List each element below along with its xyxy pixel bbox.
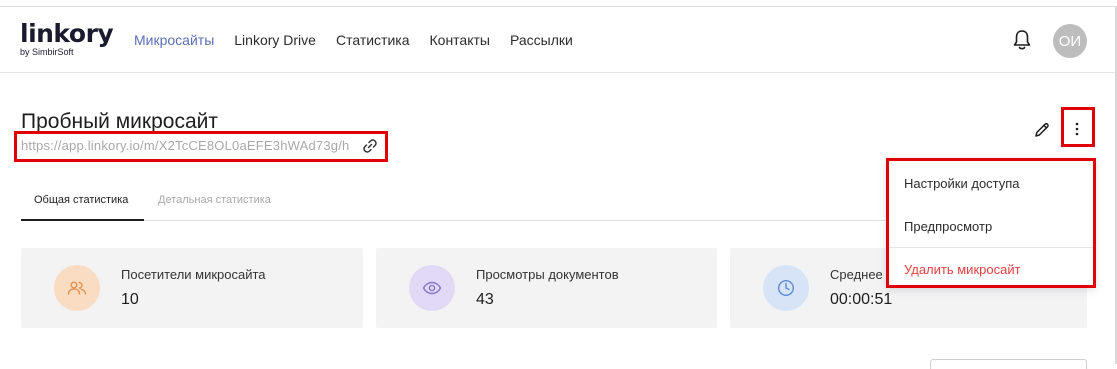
pencil-icon[interactable] [1033, 121, 1051, 139]
stat-card-document-views: Просмотры документов 43 [376, 248, 717, 328]
stat-label: Посетители микросайта [121, 267, 266, 282]
nav-item-microsites[interactable]: Микросайты [134, 32, 214, 48]
logo-subtitle: by SimbirSoft [20, 47, 74, 57]
nav-item-mailings[interactable]: Рассылки [510, 32, 573, 48]
active-tab-underline [21, 219, 144, 221]
menu-item-delete-microsite[interactable]: Удалить микросайт [904, 262, 1021, 277]
menu-item-access-settings[interactable]: Настройки доступа [904, 176, 1020, 191]
users-icon [54, 265, 100, 311]
stat-value: 43 [476, 291, 494, 308]
clock-icon [763, 265, 809, 311]
nav-item-linkory-drive[interactable]: Linkory Drive [234, 32, 316, 48]
stat-value: 10 [121, 291, 139, 308]
stat-label: Просмотры документов [476, 267, 619, 282]
nav-item-contacts[interactable]: Контакты [430, 32, 490, 48]
logo-text: linkory [20, 19, 114, 48]
microsite-url[interactable]: https://app.linkory.io/m/X2TcCE8OL0aEFE3… [21, 138, 349, 153]
logo[interactable]: linkory by SimbirSoft [20, 19, 114, 58]
stat-label: Среднее [830, 267, 883, 282]
stat-card-visitors: Посетители микросайта 10 [21, 248, 363, 328]
more-vertical-icon[interactable] [1072, 120, 1082, 138]
tab-detailed-stats[interactable]: Детальная статистика [158, 194, 271, 206]
top-header: linkory by SimbirSoft Микросайты Linkory… [0, 7, 1115, 73]
avatar[interactable]: ОИ [1053, 24, 1087, 58]
menu-item-preview[interactable]: Предпросмотр [904, 219, 992, 234]
stat-value: 00:00:51 [830, 291, 893, 308]
nav-item-statistics[interactable]: Статистика [336, 32, 410, 48]
bell-icon[interactable] [1012, 29, 1032, 51]
main-nav: Микросайты Linkory Drive Статистика Конт… [134, 32, 573, 48]
eye-icon [409, 265, 455, 311]
link-icon[interactable] [362, 138, 378, 154]
tab-general-stats[interactable]: Общая статистика [34, 194, 128, 206]
menu-divider [889, 247, 1093, 248]
more-actions-menu: Настройки доступа Предпросмотр Удалить м… [886, 158, 1096, 288]
partial-bottom-button[interactable] [930, 359, 1087, 369]
